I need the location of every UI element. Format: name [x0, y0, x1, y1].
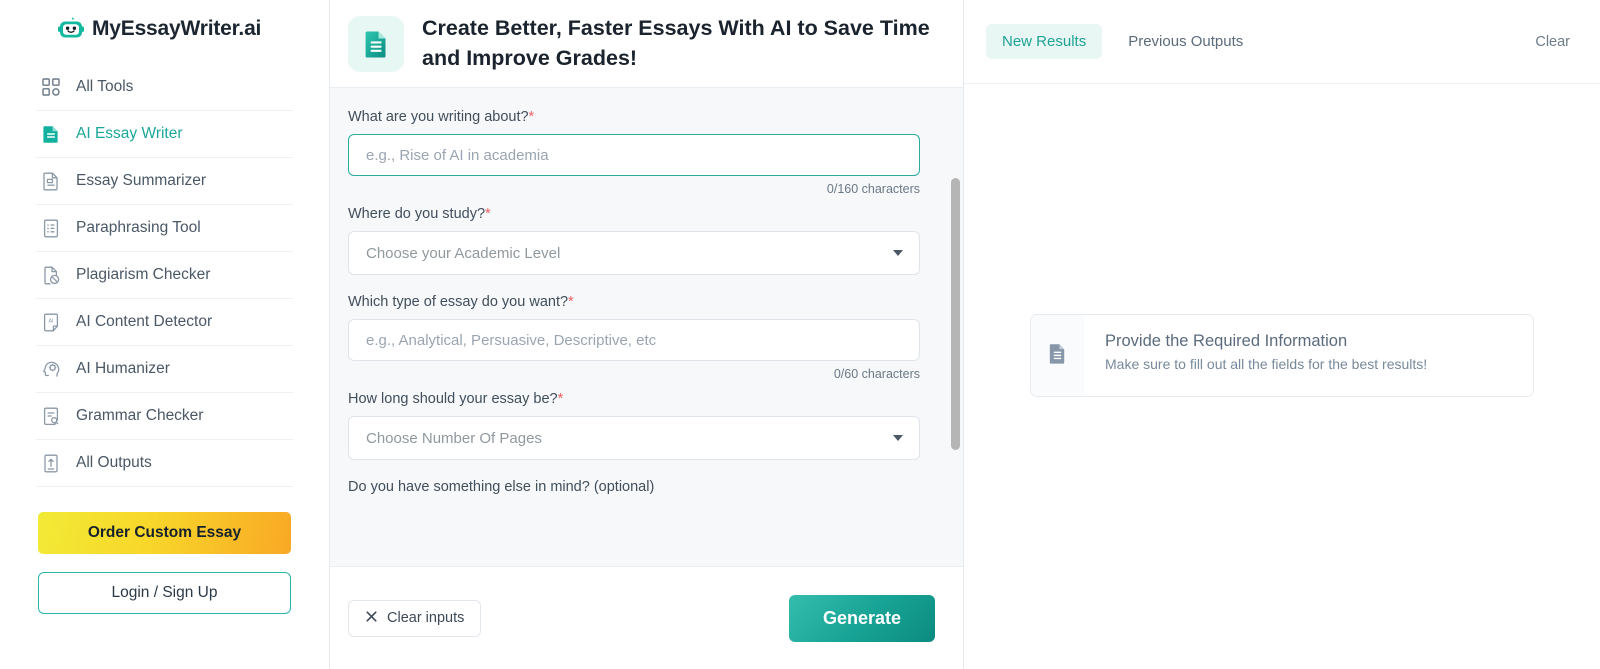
- field-essay-type: Which type of essay do you want?* 0/60 c…: [348, 293, 927, 381]
- required-marker: *: [485, 206, 491, 222]
- main-header: Create Better, Faster Essays With AI to …: [330, 0, 963, 88]
- chevron-down-icon: [893, 250, 903, 256]
- field-additional-notes: Do you have something else in mind? (opt…: [348, 478, 927, 504]
- svg-text:AI: AI: [48, 318, 53, 324]
- form-scroll-area: What are you writing about?* 0/160 chara…: [330, 88, 963, 566]
- chevron-down-icon: [893, 435, 903, 441]
- document-upload-icon: [41, 453, 61, 473]
- required-marker: *: [528, 109, 535, 125]
- main-footer: Clear inputs Generate: [330, 566, 963, 669]
- form-scrollbar[interactable]: [951, 178, 960, 566]
- ai-page-icon: AI: [41, 312, 61, 332]
- document-filled-icon: [41, 124, 61, 144]
- tab-previous-outputs[interactable]: Previous Outputs: [1112, 24, 1259, 59]
- required-marker: *: [557, 391, 564, 407]
- essay-type-counter: 0/60 characters: [833, 367, 920, 381]
- document-list-icon: [41, 218, 61, 238]
- page-title: Create Better, Faster Essays With AI to …: [422, 16, 930, 70]
- sidebar-nav: All Tools AI Essay Writer Essay Summariz…: [36, 64, 293, 487]
- robot-head-icon: [58, 16, 84, 42]
- page-count-select[interactable]: Choose Number Of Pages: [348, 416, 920, 460]
- sidebar-item-ai-humanizer[interactable]: AI Humanizer: [36, 346, 293, 393]
- clear-inputs-label: Clear inputs: [387, 610, 465, 626]
- sidebar-item-label: Essay Summarizer: [76, 172, 207, 189]
- app-root: MyEssayWriter.ai All Tools AI Essay Writ…: [0, 0, 1600, 669]
- sidebar-item-label: Plagiarism Checker: [76, 266, 211, 283]
- sidebar-item-all-outputs[interactable]: All Outputs: [36, 440, 293, 487]
- sidebar-item-label: AI Essay Writer: [76, 125, 183, 142]
- sidebar-item-label: All Outputs: [76, 454, 152, 471]
- sidebar-item-plagiarism-checker[interactable]: Plagiarism Checker: [36, 252, 293, 299]
- sidebar-item-grammar-checker[interactable]: Grammar Checker: [36, 393, 293, 440]
- sidebar-item-all-tools[interactable]: All Tools: [36, 64, 293, 111]
- field-academic-level: Where do you study?* Choose your Academi…: [348, 205, 927, 275]
- field-topic: What are you writing about?* 0/160 chara…: [348, 108, 927, 196]
- essay-type-input[interactable]: [348, 319, 920, 361]
- field-academic-level-label: Where do you study?*: [348, 206, 491, 222]
- clear-inputs-button[interactable]: Clear inputs: [348, 599, 482, 637]
- field-page-count: How long should your essay be?* Choose N…: [348, 390, 927, 460]
- brand-name: MyEssayWriter.ai: [92, 17, 262, 40]
- order-custom-essay-button[interactable]: Order Custom Essay: [38, 512, 291, 554]
- sidebar-item-ai-content-detector[interactable]: AI AI Content Detector: [36, 299, 293, 346]
- login-signup-button[interactable]: Login / Sign Up: [38, 572, 291, 614]
- main-panel: Create Better, Faster Essays With AI to …: [330, 0, 964, 669]
- info-card-title: Provide the Required Information: [1105, 332, 1348, 350]
- close-x-icon: [365, 610, 378, 627]
- topic-input[interactable]: [348, 134, 920, 176]
- generate-button[interactable]: Generate: [789, 594, 935, 642]
- document-search-icon: [41, 406, 61, 426]
- field-page-count-label: How long should your essay be?*: [348, 391, 564, 407]
- tab-new-results[interactable]: New Results: [986, 24, 1103, 59]
- sidebar-item-essay-summarizer[interactable]: Essay Summarizer: [36, 158, 293, 205]
- sidebar-actions: Order Custom Essay Login / Sign Up: [36, 512, 293, 614]
- field-additional-notes-label: Do you have something else in mind? (opt…: [348, 479, 655, 495]
- document-teal-icon: [348, 15, 404, 72]
- head-gear-icon: [41, 359, 61, 379]
- info-card-text: Provide the Required Information Make su…: [1084, 315, 1445, 396]
- document-blocked-icon: [41, 265, 61, 285]
- required-marker: *: [568, 294, 574, 310]
- results-body: Provide the Required Information Make su…: [964, 84, 1600, 669]
- results-tabs: New Results Previous Outputs Clear: [964, 0, 1600, 84]
- academic-level-value: Choose your Academic Level: [366, 244, 561, 262]
- clear-results-link[interactable]: Clear: [1535, 34, 1570, 50]
- field-essay-type-label: Which type of essay do you want?*: [348, 294, 574, 310]
- sidebar: MyEssayWriter.ai All Tools AI Essay Writ…: [0, 0, 330, 669]
- sidebar-item-label: AI Humanizer: [76, 360, 170, 377]
- sidebar-item-label: All Tools: [76, 78, 134, 95]
- grid-icon: [41, 77, 61, 97]
- academic-level-select[interactable]: Choose your Academic Level: [348, 231, 920, 275]
- sidebar-item-label: AI Content Detector: [76, 313, 213, 330]
- info-card-subtitle: Make sure to fill out all the fields for…: [1105, 356, 1428, 372]
- brand-logo[interactable]: MyEssayWriter.ai: [36, 0, 293, 58]
- sidebar-item-label: Paraphrasing Tool: [76, 219, 201, 236]
- results-panel: New Results Previous Outputs Clear Provi…: [964, 0, 1600, 669]
- field-topic-label: What are you writing about?*: [348, 109, 535, 125]
- info-card: Provide the Required Information Make su…: [1030, 314, 1534, 397]
- document-info-icon: [1046, 342, 1069, 370]
- sidebar-item-label: Grammar Checker: [76, 407, 204, 424]
- document-summary-icon: [41, 171, 61, 191]
- sidebar-item-ai-essay-writer[interactable]: AI Essay Writer: [36, 111, 293, 158]
- topic-counter: 0/160 characters: [826, 182, 920, 196]
- sidebar-item-paraphrasing-tool[interactable]: Paraphrasing Tool: [36, 205, 293, 252]
- form-scrollbar-thumb[interactable]: [951, 178, 960, 450]
- page-count-value: Choose Number Of Pages: [366, 429, 542, 447]
- info-card-icon-column: [1031, 315, 1084, 396]
